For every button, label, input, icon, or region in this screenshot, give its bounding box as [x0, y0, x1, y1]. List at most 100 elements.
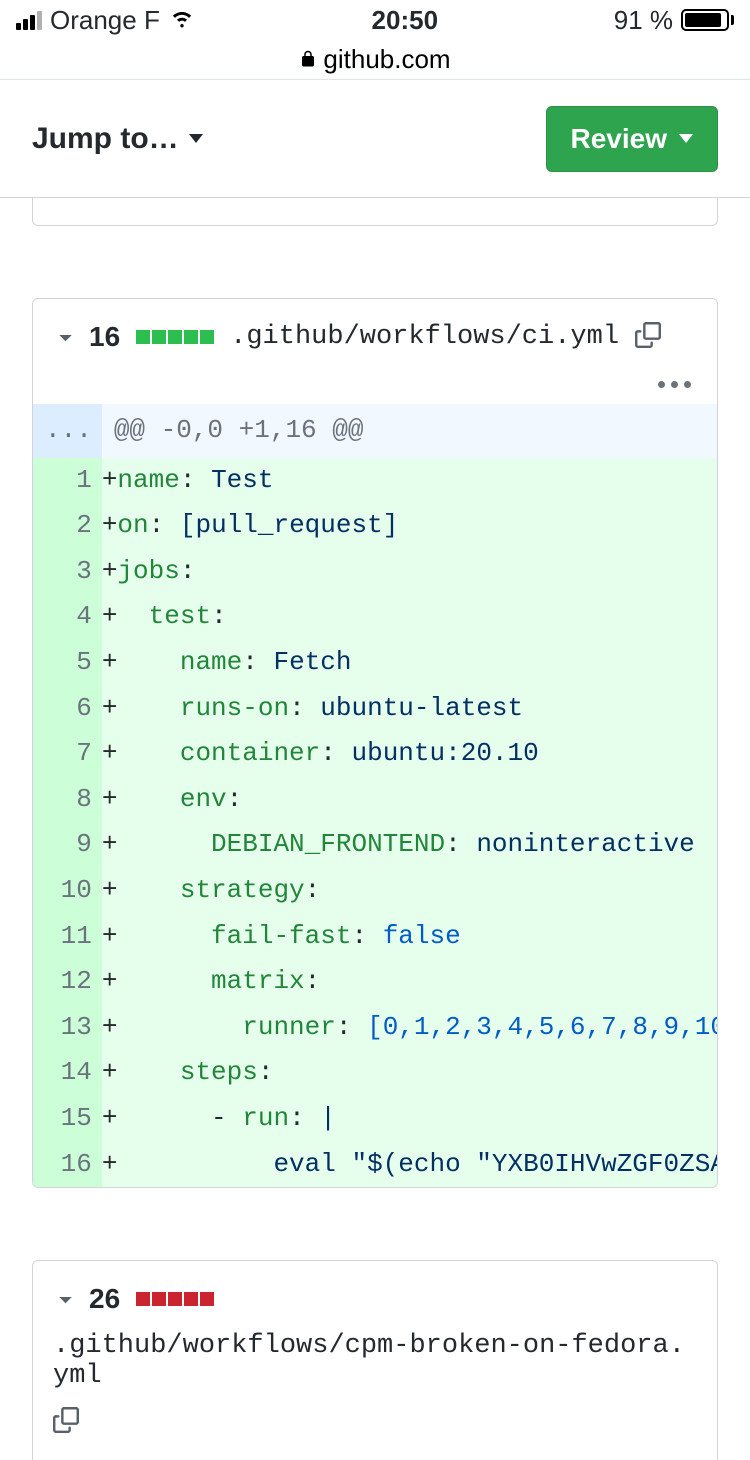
code-content: on: [pull_request]	[117, 503, 718, 549]
diff-line[interactable]: 16+ eval "$(echo "YXB0IHVwZGF0ZSAt	[33, 1142, 718, 1188]
line-number: 3	[33, 549, 102, 595]
diff-sign: +	[102, 959, 118, 1005]
line-number: 9	[33, 822, 102, 868]
code-content: matrix:	[117, 959, 718, 1005]
diff-sign: +	[102, 686, 118, 732]
diff-line[interactable]: 7+ container: ubuntu:20.10	[33, 731, 718, 777]
file-header: 16 .github/workflows/ci.yml	[33, 299, 717, 375]
file-diff-card: 16 .github/workflows/ci.yml ... @@ -0,0 …	[32, 298, 718, 1188]
code-content: strategy:	[117, 868, 718, 914]
diff-line[interactable]: 13+ runner: [0,1,2,3,4,5,6,7,8,9,10,	[33, 1005, 718, 1051]
diff-sign: +	[102, 640, 118, 686]
diff-line[interactable]: 6+ runs-on: ubuntu-latest	[33, 686, 718, 732]
line-number: 11	[33, 914, 102, 960]
code-content: fail-fast: false	[117, 914, 718, 960]
diff-sign: +	[102, 868, 118, 914]
chevron-down-icon	[189, 134, 203, 143]
lock-icon	[299, 44, 317, 75]
signal-icon	[16, 10, 42, 30]
file-path[interactable]: .github/workflows/cpm-broken-on-fedora.y…	[53, 1331, 697, 1391]
diff-sign: +	[102, 503, 118, 549]
kebab-menu-icon[interactable]	[658, 381, 691, 388]
code-content: steps:	[117, 1050, 718, 1096]
review-button[interactable]: Review	[546, 106, 719, 172]
diff-sign: +	[102, 822, 118, 868]
line-number: 2	[33, 503, 102, 549]
diff-line[interactable]: 4+ test:	[33, 594, 718, 640]
code-content: runs-on: ubuntu-latest	[117, 686, 718, 732]
status-left: Orange F	[16, 3, 196, 38]
line-number: 12	[33, 959, 102, 1005]
line-number: 1	[33, 458, 102, 504]
code-content: jobs:	[117, 549, 718, 595]
diff-sign: +	[102, 1142, 118, 1188]
code-content: test:	[117, 594, 718, 640]
line-number: 8	[33, 777, 102, 823]
line-number: 10	[33, 868, 102, 914]
code-content: container: ubuntu:20.10	[117, 731, 718, 777]
diff-sign: +	[102, 1005, 118, 1051]
diff-line[interactable]: 11+ fail-fast: false	[33, 914, 718, 960]
diff-sign: +	[102, 731, 118, 777]
status-time: 20:50	[372, 5, 439, 36]
file-diff-card: 26 .github/workflows/cpm-broken-on-fedor…	[32, 1260, 718, 1460]
diff-sign: +	[102, 777, 118, 823]
line-number: 6	[33, 686, 102, 732]
changes-count: 16	[89, 321, 120, 353]
copy-path-icon[interactable]	[635, 322, 661, 353]
diff-sign: +	[102, 1096, 118, 1142]
copy-path-icon[interactable]	[53, 1407, 79, 1438]
changes-count: 26	[89, 1283, 120, 1315]
hunk-header[interactable]: ... @@ -0,0 +1,16 @@	[33, 404, 718, 458]
url-text: github.com	[323, 44, 450, 75]
diff-line[interactable]: 15+ - run: |	[33, 1096, 718, 1142]
diff-table: ... @@ -0,0 +1,16 @@ 1+name: Test2+on: […	[33, 404, 718, 1187]
code-content: eval "$(echo "YXB0IHVwZGF0ZSAt	[117, 1142, 718, 1188]
expand-hunk[interactable]: ...	[33, 404, 102, 458]
code-content: name: Fetch	[117, 640, 718, 686]
diff-sign: +	[102, 594, 118, 640]
diff-line[interactable]: 5+ name: Fetch	[33, 640, 718, 686]
line-number: 13	[33, 1005, 102, 1051]
diff-line[interactable]: 14+ steps:	[33, 1050, 718, 1096]
status-bar: Orange F 20:50 91 %	[0, 0, 750, 40]
carrier-label: Orange F	[50, 5, 160, 36]
collapse-toggle[interactable]	[51, 327, 76, 347]
hunk-text: @@ -0,0 +1,16 @@	[102, 404, 718, 458]
file-menu	[33, 375, 717, 404]
line-number: 4	[33, 594, 102, 640]
code-content: DEBIAN_FRONTEND: noninteractive	[117, 822, 718, 868]
review-label: Review	[571, 123, 668, 155]
diff-sign: +	[102, 458, 118, 504]
diff-line[interactable]: 1+name: Test	[33, 458, 718, 504]
code-content: runner: [0,1,2,3,4,5,6,7,8,9,10,	[117, 1005, 718, 1051]
file-header: 26 .github/workflows/cpm-broken-on-fedor…	[33, 1261, 717, 1460]
chevron-down-icon	[679, 134, 693, 143]
line-number: 15	[33, 1096, 102, 1142]
url-bar[interactable]: github.com	[0, 40, 750, 80]
line-number: 5	[33, 640, 102, 686]
diff-line[interactable]: 10+ strategy:	[33, 868, 718, 914]
file-path[interactable]: .github/workflows/ci.yml	[230, 322, 619, 352]
status-right: 91 %	[614, 5, 734, 36]
diff-stat-bar	[136, 330, 214, 344]
diff-line[interactable]: 12+ matrix:	[33, 959, 718, 1005]
line-number: 14	[33, 1050, 102, 1096]
diff-line[interactable]: 2+on: [pull_request]	[33, 503, 718, 549]
diff-sign: +	[102, 1050, 118, 1096]
diff-sign: +	[102, 549, 118, 595]
collapse-toggle[interactable]	[51, 1289, 76, 1309]
prev-file-peek	[32, 198, 718, 226]
code-content: env:	[117, 777, 718, 823]
diff-line[interactable]: 9+ DEBIAN_FRONTEND: noninteractive	[33, 822, 718, 868]
code-content: - run: |	[117, 1096, 718, 1142]
battery-icon	[681, 9, 734, 31]
battery-percent: 91 %	[614, 5, 673, 36]
diff-line[interactable]: 8+ env:	[33, 777, 718, 823]
jump-to-menu[interactable]: Jump to…	[32, 122, 203, 156]
diff-stat-bar	[136, 1292, 214, 1306]
diff-line[interactable]: 3+jobs:	[33, 549, 718, 595]
code-content: name: Test	[117, 458, 718, 504]
line-number: 16	[33, 1142, 102, 1188]
diff-sign: +	[102, 914, 118, 960]
